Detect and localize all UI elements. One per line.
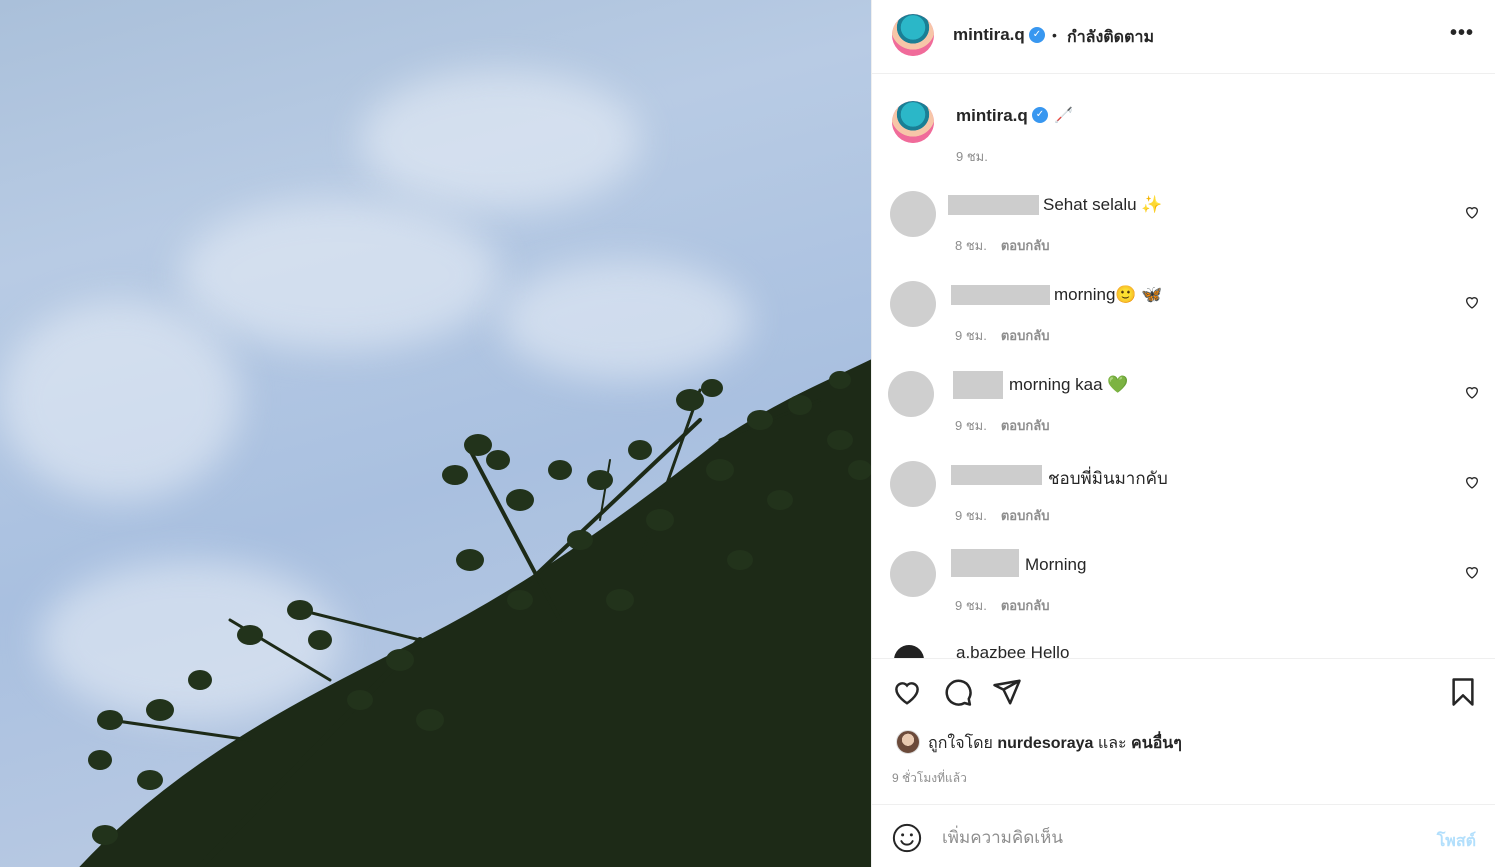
likes-summary: ถูกใจโดย nurdesoraya และ คนอื่นๆ <box>928 731 1182 756</box>
commenter-avatar[interactable] <box>890 281 936 327</box>
comment-row: morning🙂 🦋 9 ชม. ตอบกลับ <box>872 275 1495 365</box>
comment-text: ชอบพี่มินมากคับ <box>1048 469 1168 488</box>
comment-meta: 9 ชม. ตอบกลับ <box>955 325 1049 346</box>
comment-row: ชอบพี่มินมากคับ 9 ชม. ตอบกลับ <box>872 455 1495 545</box>
comment-heart-icon[interactable] <box>1464 564 1480 580</box>
comment-text: morning🙂 🦋 <box>1054 285 1163 304</box>
comment-heart-icon[interactable] <box>1464 294 1480 310</box>
heart-icon[interactable] <box>892 677 922 707</box>
liker-username[interactable]: nurdesoraya <box>997 735 1093 752</box>
redacted-username <box>948 195 1039 215</box>
post-button[interactable]: โพสต์ <box>1437 829 1476 854</box>
author-username[interactable]: mintira.q <box>953 25 1025 45</box>
comment-time: 9 ชม. <box>955 328 987 343</box>
verified-icon: ✓ <box>1032 107 1048 123</box>
redacted-username <box>951 549 1019 577</box>
caption-text: 🦯 <box>1054 107 1073 124</box>
liker-avatar[interactable] <box>896 730 920 754</box>
post-header: mintira.q ✓ • กำลังติดตาม ••• <box>872 0 1495 74</box>
redacted-username <box>953 371 1003 399</box>
commenter-avatar[interactable] <box>890 551 936 597</box>
more-icon[interactable]: ••• <box>1450 22 1474 45</box>
comment-row: morning kaa 💚 9 ชม. ตอบกลับ <box>872 365 1495 455</box>
comment-meta: 9 ชม. ตอบกลับ <box>955 415 1049 436</box>
comment-heart-icon[interactable] <box>1464 384 1480 400</box>
comment-composer: โพสต์ <box>872 804 1495 867</box>
comment-row: Sehat selalu ✨ 8 ชม. ตอบกลับ <box>872 185 1495 275</box>
comment-meta: 9 ชม. ตอบกลับ <box>955 595 1049 616</box>
likes-others-link[interactable]: คนอื่นๆ <box>1131 735 1182 752</box>
reply-button[interactable]: ตอบกลับ <box>1001 238 1050 253</box>
reply-button[interactable]: ตอบกลับ <box>1001 418 1050 433</box>
comment-row: Morning 9 ชม. ตอบกลับ <box>872 545 1495 635</box>
commenter-avatar[interactable] <box>894 645 924 658</box>
header-separator: • <box>1052 27 1057 43</box>
likes-prefix: ถูกใจโดย <box>928 735 993 752</box>
verified-icon: ✓ <box>1029 27 1045 43</box>
commenter-avatar[interactable] <box>890 191 936 237</box>
caption-time: 9 ชม. <box>956 149 988 164</box>
comment-heart-icon[interactable] <box>1464 204 1480 220</box>
comment-time: 8 ชม. <box>955 238 987 253</box>
reply-button[interactable]: ตอบกลับ <box>1001 598 1050 613</box>
commenter-avatar[interactable] <box>890 461 936 507</box>
comment-text: morning kaa 💚 <box>1009 375 1129 394</box>
comment-time: 9 ชม. <box>955 508 987 523</box>
caption-avatar[interactable] <box>892 101 934 143</box>
emoji-icon[interactable] <box>892 823 922 853</box>
post-detail-panel: mintira.q ✓ • กำลังติดตาม ••• mintira.q … <box>871 0 1495 867</box>
comment-time: 9 ชม. <box>955 598 987 613</box>
comment-heart-icon[interactable] <box>1464 474 1480 490</box>
following-button[interactable]: กำลังติดตาม <box>1067 25 1154 50</box>
comment-meta: 8 ชม. ตอบกลับ <box>955 235 1049 256</box>
reply-button[interactable]: ตอบกลับ <box>1001 328 1050 343</box>
caption-username[interactable]: mintira.q <box>956 106 1028 126</box>
comment-icon[interactable] <box>943 677 973 707</box>
comment-text: a.bazbee Hello <box>956 643 1070 658</box>
reply-button[interactable]: ตอบกลับ <box>1001 508 1050 523</box>
likes-joiner: และ <box>1097 735 1127 752</box>
author-avatar[interactable] <box>892 14 934 56</box>
comment-input[interactable] <box>942 823 1402 853</box>
comment-text: Sehat selalu ✨ <box>1043 195 1163 214</box>
comment-time: 9 ชม. <box>955 418 987 433</box>
bookmark-icon[interactable] <box>1448 677 1478 707</box>
post-photo[interactable] <box>0 0 871 867</box>
tree-silhouette <box>79 359 871 867</box>
post-actions: ถูกใจโดย nurdesoraya และ คนอื่นๆ 9 ชั่วโ… <box>872 658 1495 804</box>
share-icon[interactable] <box>992 677 1022 707</box>
redacted-username <box>951 285 1050 305</box>
redacted-username <box>951 465 1042 485</box>
commenter-avatar[interactable] <box>888 371 934 417</box>
comment-text: Morning <box>1025 555 1087 574</box>
comments-list[interactable]: mintira.q ✓ 🦯 9 ชม. Sehat selalu ✨ 8 ชม.… <box>872 75 1495 658</box>
comment-meta: 9 ชม. ตอบกลับ <box>955 505 1049 526</box>
post-time-ago: 9 ชั่วโมงที่แล้ว <box>892 771 967 785</box>
